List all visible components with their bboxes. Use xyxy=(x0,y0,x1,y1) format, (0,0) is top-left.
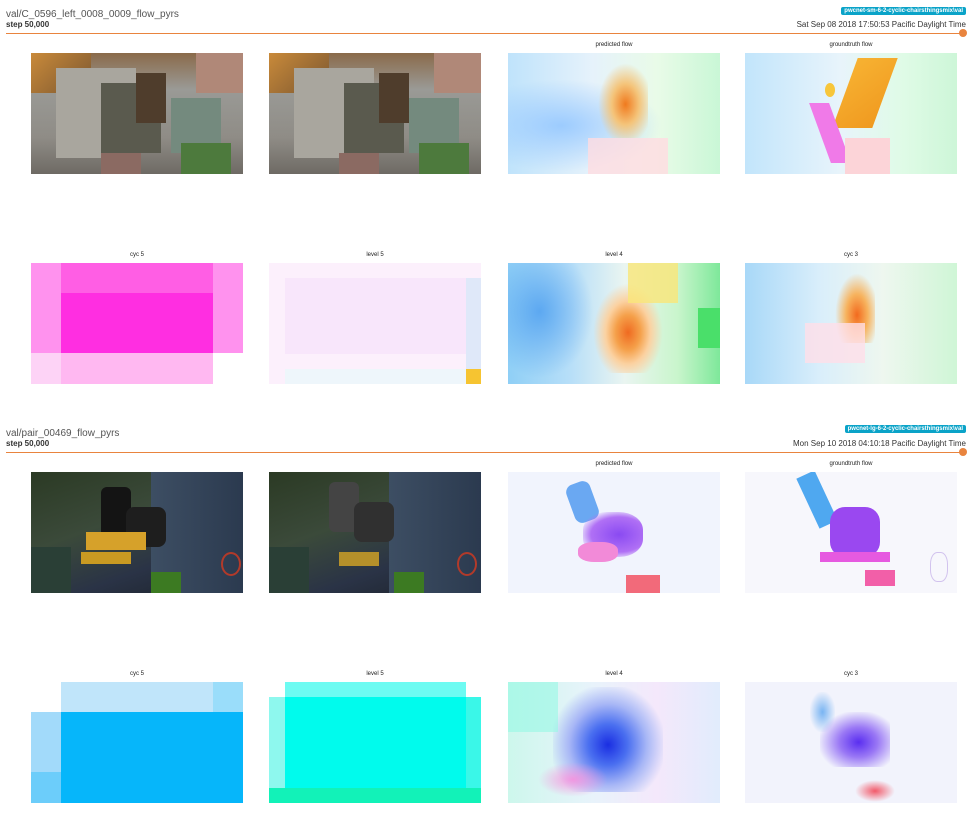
step-slider-track[interactable] xyxy=(6,452,964,453)
image-frame xyxy=(745,472,957,593)
run-tag: pwcnet-lg-6-2-cyclic-chairsthingsmix\val xyxy=(844,425,966,433)
step-label: step 50,000 xyxy=(6,439,50,448)
step-slider-handle[interactable] xyxy=(959,29,967,37)
image-frame xyxy=(745,53,957,174)
image-frame xyxy=(508,53,720,174)
image-panel-predicted-flow: predicted flow xyxy=(508,42,720,174)
step-label: step 50,000 xyxy=(6,20,50,29)
panel-label: cyc 5 xyxy=(129,252,144,258)
image-frame xyxy=(269,53,481,174)
image-frame xyxy=(269,682,481,803)
image-panel-input-1 xyxy=(31,53,243,174)
image-panel-cyc-5: cyc 5 xyxy=(31,671,243,803)
step-slider-track[interactable] xyxy=(6,33,964,34)
image-panel-groundtruth-flow: groundtruth flow xyxy=(745,42,957,174)
panel-label: level 4 xyxy=(605,252,623,258)
image-panel-cyc-5: cyc 5 xyxy=(31,252,243,384)
image-panel-input-2 xyxy=(269,53,481,174)
step-slider-handle[interactable] xyxy=(959,448,967,456)
card-title: val/pair_00469_flow_pyrs xyxy=(6,428,120,439)
image-panel-groundtruth-flow: groundtruth flow xyxy=(745,461,957,593)
panel-label: cyc 3 xyxy=(843,252,858,258)
image-frame xyxy=(508,263,720,384)
timestamp: Mon Sep 10 2018 04:10:18 Pacific Dayligh… xyxy=(793,439,966,448)
image-frame xyxy=(269,263,481,384)
image-frame xyxy=(508,472,720,593)
image-frame xyxy=(31,682,243,803)
image-frame xyxy=(508,682,720,803)
image-panel-predicted-flow: predicted flow xyxy=(508,461,720,593)
image-frame xyxy=(31,263,243,384)
image-panel-cyc-3: cyc 3 xyxy=(745,252,957,384)
image-panel-level-5: level 5 xyxy=(269,671,481,803)
image-panel-level-4: level 4 xyxy=(508,671,720,803)
run-tag: pwcnet-sm-6-2-cyclic-chairsthingsmix\val xyxy=(841,7,966,15)
panel-label: level 5 xyxy=(366,671,384,677)
panel-label: predicted flow xyxy=(595,42,633,48)
panel-label: groundtruth flow xyxy=(829,42,873,48)
panel-label: predicted flow xyxy=(595,461,633,467)
image-panel-level-5: level 5 xyxy=(269,252,481,384)
card-title: val/C_0596_left_0008_0009_flow_pyrs xyxy=(6,9,179,20)
image-frame xyxy=(31,472,243,593)
panel-label: groundtruth flow xyxy=(829,461,873,467)
panel-label: level 4 xyxy=(605,671,623,677)
image-frame xyxy=(745,682,957,803)
image-frame xyxy=(31,53,243,174)
image-panel-input-2 xyxy=(269,472,481,593)
image-panel-cyc-3: cyc 3 xyxy=(745,671,957,803)
image-frame xyxy=(269,472,481,593)
panel-label: cyc 3 xyxy=(843,671,858,677)
panel-label: level 5 xyxy=(366,252,384,258)
image-frame xyxy=(745,263,957,384)
image-panel-level-4: level 4 xyxy=(508,252,720,384)
panel-label: cyc 5 xyxy=(129,671,144,677)
image-panel-input-1 xyxy=(31,472,243,593)
timestamp: Sat Sep 08 2018 17:50:53 Pacific Dayligh… xyxy=(796,20,966,29)
